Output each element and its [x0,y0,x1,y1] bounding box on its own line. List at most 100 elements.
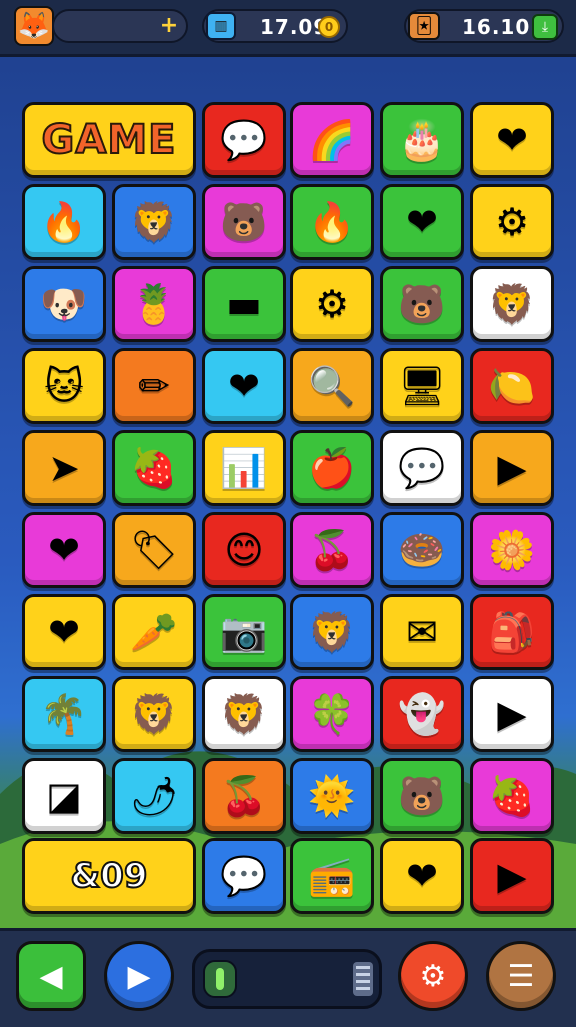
game-tile[interactable]: ❤ [380,838,464,914]
tile-icon: 🍋 [488,364,536,408]
game-tile[interactable]: 🌈 [290,102,374,178]
game-tile[interactable]: ▶ [470,430,554,506]
game-tile[interactable]: 💬 [380,430,464,506]
game-tile[interactable]: 😊 [202,512,286,588]
game-tile[interactable]: 🐱 [22,348,106,424]
tile-icon: 💬 [398,446,446,490]
game-tile[interactable]: ❤ [22,512,106,588]
game-tile[interactable]: 💬 [202,838,286,914]
tile-icon: 🦁 [130,200,178,244]
game-tile[interactable]: ▶ [470,676,554,752]
tile-icon: ❤ [48,528,80,572]
game-tile[interactable]: 📻 [290,838,374,914]
game-tile[interactable]: 🍓 [470,758,554,834]
game-tile[interactable]: 💬 [202,102,286,178]
player-avatar[interactable]: 🦊 [14,6,54,46]
tile-icon: 🦁 [488,282,536,326]
game-tile[interactable]: 🐻 [380,266,464,342]
slider-knob[interactable] [203,960,237,998]
tile-icon: ⚙ [314,282,350,326]
game-tile[interactable]: ❤ [470,102,554,178]
card-pack-icon: 🃏 [408,12,440,40]
tile-icon: 🦁 [130,692,178,736]
game-tile[interactable]: ◪ [22,758,106,834]
game-tile[interactable]: ❤ [380,184,464,260]
tile-icon: ▶ [497,692,527,736]
add-button[interactable]: + [158,15,180,38]
game-tile[interactable]: 🍍 [112,266,196,342]
game-tile[interactable]: ▶ [470,838,554,914]
tile-icon: 🌶 [129,774,179,818]
game-tile[interactable]: ⚙ [290,266,374,342]
tile-icon: ❤ [496,118,528,162]
game-tile[interactable]: 🎒 [470,594,554,670]
game-tile[interactable]: 🔥 [290,184,374,260]
tile-icon: ❤ [48,610,80,654]
tile-icon: 🖥 [397,364,447,408]
game-tile[interactable]: ❤ [22,594,106,670]
game-tile[interactable]: 📊 [202,430,286,506]
game-tile[interactable]: ✏ [112,348,196,424]
game-tile[interactable]: 🍒 [290,512,374,588]
game-tile[interactable]: 🍩 [380,512,464,588]
game-tile[interactable]: 🍒 [202,758,286,834]
score-tile: &09 [22,838,196,914]
tile-icon: ❤ [228,364,260,408]
game-tile[interactable]: 🐶 [22,266,106,342]
tile-icon: 🐻 [398,282,446,326]
game-tile[interactable]: 🖥 [380,348,464,424]
tile-icon: 🥕 [130,610,178,654]
tile-icon: 🍎 [308,446,356,490]
game-tile[interactable]: 🌶 [112,758,196,834]
game-tile[interactable]: 🏷 [112,512,196,588]
tile-icon: 🍓 [488,774,536,818]
game-tile[interactable]: 🔥 [22,184,106,260]
tile-icon: 🔍 [308,364,356,408]
game-tile[interactable]: 🦁 [112,676,196,752]
grip-handle-icon[interactable] [353,962,373,996]
game-tile[interactable]: ✉ [380,594,464,670]
game-tile[interactable]: 🦁 [202,676,286,752]
game-tile[interactable]: 🥕 [112,594,196,670]
game-tile[interactable]: 🎂 [380,102,464,178]
back-button[interactable]: ◀ [16,941,86,1011]
game-tile[interactable]: ⚙ [470,184,554,260]
tile-icon: 🌈 [308,118,356,162]
game-tile[interactable]: 🍀 [290,676,374,752]
game-tile[interactable]: 🌞 [290,758,374,834]
game-tile[interactable]: 📷 [202,594,286,670]
gift-icon[interactable]: ⤓ [532,14,558,40]
tile-icon: 👻 [398,692,446,736]
game-tile[interactable]: 🌴 [22,676,106,752]
tile-icon: 📻 [308,854,356,898]
tile-icon: 🐻 [398,774,446,818]
menu-grid-icon: ☰ [507,958,535,994]
coins-counter: 🃏 16.10 ⤓ [404,9,564,43]
game-tile[interactable]: ❤ [202,348,286,424]
game-tile[interactable]: ➤ [22,430,106,506]
game-tile[interactable]: ▬ [202,266,286,342]
tile-icon: ⚙ [494,200,530,244]
game-tile[interactable]: 🔍 [290,348,374,424]
profile-bar: + [52,9,188,43]
game-tile[interactable]: 🌼 [470,512,554,588]
game-tile[interactable]: 🍓 [112,430,196,506]
game-tile[interactable]: 👻 [380,676,464,752]
tile-icon: ▶ [497,446,527,490]
menu-button[interactable]: ☰ [486,941,556,1011]
game-tile[interactable]: 🍋 [470,348,554,424]
game-tile[interactable]: 🍎 [290,430,374,506]
score-value: &09 [70,855,149,897]
game-tile[interactable]: 🐻 [202,184,286,260]
bottom-controls: ◀ ▶ ⚙ ☰ [0,928,576,1027]
game-tile[interactable]: 🐻 [380,758,464,834]
game-tile[interactable]: 🦁 [112,184,196,260]
tile-icon: 🐶 [40,282,88,326]
tile-icon: 🦁 [308,610,356,654]
play-button[interactable]: ▶ [104,941,174,1011]
game-tile[interactable]: 🦁 [470,266,554,342]
search-button[interactable]: ⚙ [398,941,468,1011]
power-slider[interactable] [192,949,382,1009]
game-tile[interactable]: 🦁 [290,594,374,670]
gear-search-icon: ⚙ [419,958,447,994]
